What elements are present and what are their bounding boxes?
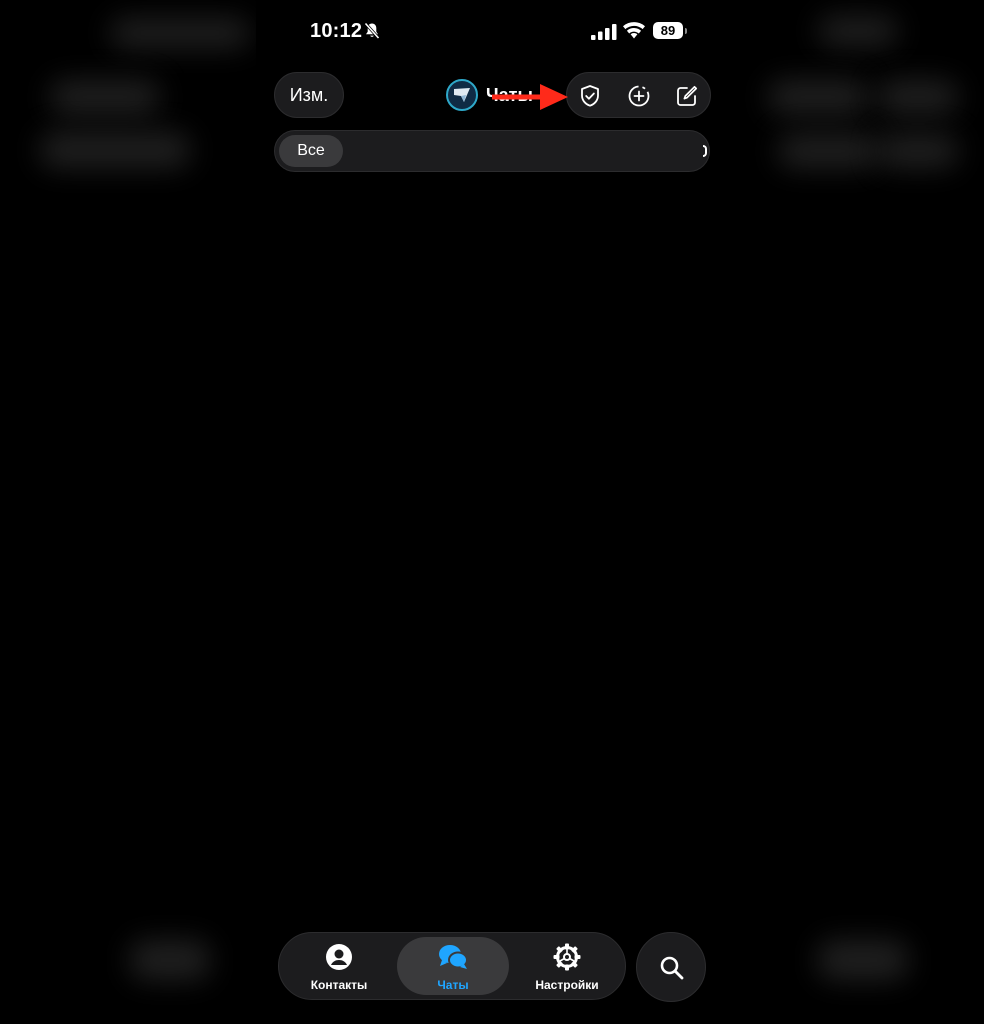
add-story-icon[interactable]: [626, 83, 652, 109]
filter-scroll-edge: [703, 145, 707, 157]
blurred-background-left: [0, 0, 256, 1024]
tab-contacts-label: Контакты: [310, 978, 368, 992]
filter-all-tab[interactable]: Все: [279, 135, 343, 167]
battery-tip: [685, 28, 687, 34]
tab-bar: Контакты Чаты Настройки: [278, 932, 626, 1000]
bell-slash-icon: [364, 22, 380, 45]
shield-check-icon[interactable]: [577, 83, 603, 109]
tab-contacts[interactable]: Контакты: [283, 937, 395, 995]
tab-chats[interactable]: Чаты: [397, 937, 509, 995]
status-bar: 10:12 89: [256, 0, 728, 64]
gear-icon: [553, 943, 581, 971]
tab-chats-label: Чаты: [437, 978, 469, 992]
account-avatar: [446, 79, 478, 111]
wifi-icon: [622, 21, 646, 44]
status-time: 10:12: [310, 20, 363, 42]
edit-button[interactable]: Изм.: [274, 72, 344, 118]
chat-bubbles-icon: [439, 945, 468, 969]
tab-settings[interactable]: Настройки: [511, 937, 623, 995]
tab-settings-label: Настройки: [535, 978, 599, 992]
logo-icon: [454, 88, 470, 102]
signal-icon: [591, 24, 617, 45]
annotation-arrow: [492, 84, 568, 110]
compose-icon[interactable]: [674, 83, 700, 109]
header-actions: [566, 72, 711, 118]
battery-icon: 89: [653, 22, 683, 39]
chat-filter-bar: Все: [274, 130, 710, 172]
phone-screen: 10:12 89 Изм. Все Контакты Чаты Настройк…: [256, 0, 728, 1024]
search-icon: [660, 956, 684, 980]
person-circle-icon: [326, 944, 352, 970]
blurred-background-right: [728, 0, 984, 1024]
search-button[interactable]: [636, 932, 706, 1002]
